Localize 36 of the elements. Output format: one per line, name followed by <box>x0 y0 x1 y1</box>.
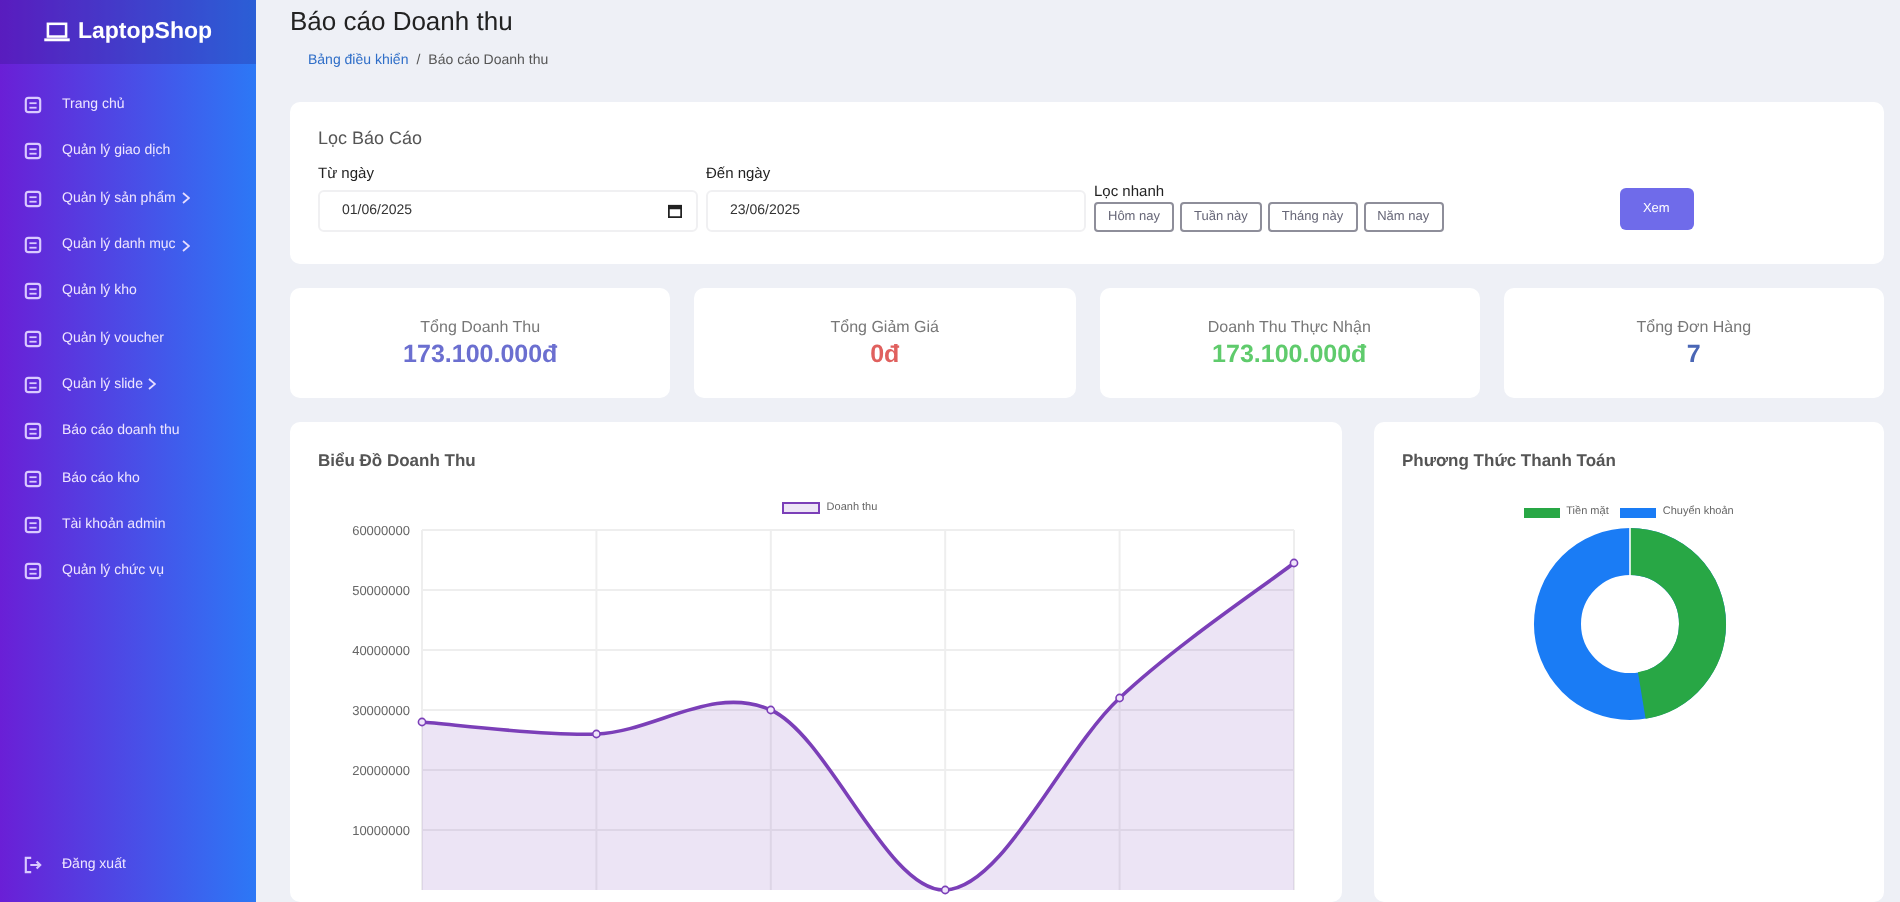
menu-icon <box>24 562 42 581</box>
stat-label: Doanh Thu Thực Nhận <box>1207 318 1371 336</box>
point <box>592 729 601 739</box>
menu-icon <box>24 515 42 534</box>
laptop-icon <box>43 22 70 42</box>
menu-icon <box>24 236 42 255</box>
logout-icon <box>24 855 42 874</box>
menu-icon <box>24 375 42 394</box>
chevron-icon <box>181 192 190 205</box>
stat-label: Tổng Giảm Giá <box>830 318 939 336</box>
menu-icon <box>24 282 42 301</box>
chevron-icon <box>148 378 157 391</box>
chevron-icon <box>181 239 190 252</box>
card-title: Phương Thức Thanh Toán <box>1402 450 1618 470</box>
menu-icon <box>24 469 42 488</box>
menu-icon <box>24 422 42 441</box>
menu-icon <box>24 189 42 208</box>
point <box>766 705 776 715</box>
menu-icon <box>24 96 42 115</box>
menu-icon <box>24 329 42 348</box>
card-title: Biểu Đồ Doanh Thu <box>318 450 478 470</box>
point <box>1115 693 1124 703</box>
calendar-icon <box>668 203 682 218</box>
point <box>417 717 427 727</box>
stat-value: 173.100.000đ <box>403 340 558 368</box>
point <box>940 885 950 895</box>
stat-value: 173.100.000đ <box>1212 340 1367 368</box>
menu-icon <box>24 142 42 161</box>
stat-value: 7 <box>1686 340 1701 368</box>
stat-value: 0đ <box>870 340 900 368</box>
point <box>1289 558 1299 568</box>
stat-label: Tổng Đơn Hàng <box>1636 318 1752 336</box>
card-title: Lọc Báo Cáo <box>318 127 425 148</box>
page-title: Báo cáo Doanh thu <box>290 6 515 40</box>
stat-label: Tổng Doanh Thu <box>420 318 541 336</box>
logo-text: LaptopShop <box>77 20 213 44</box>
